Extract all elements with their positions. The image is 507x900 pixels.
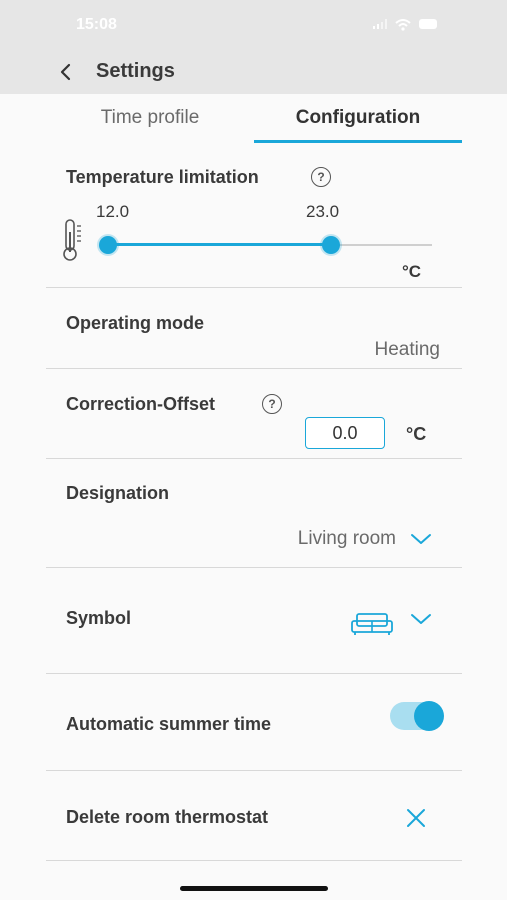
designation-label: Designation [66,483,170,503]
designation-section[interactable]: Designation Living room [46,459,462,568]
wifi-icon [395,18,411,31]
slider-range-fill [108,243,331,246]
summer-time-label: Automatic summer time [66,714,272,734]
battery-icon [419,19,437,29]
temperature-limitation-section: Temperature limitation ? 12.0 23.0 °C [46,150,462,288]
slider-max-handle[interactable] [322,236,340,254]
operating-mode-value: Heating [374,339,441,360]
tab-bar: Time profile Configuration [46,100,462,143]
delete-label: Delete room thermostat [66,807,269,827]
chevron-down-icon[interactable] [410,612,432,626]
chevron-down-icon[interactable] [410,532,432,546]
slider-min-value: 12.0 [96,202,130,221]
operating-mode-label: Operating mode [66,313,205,333]
summer-time-toggle[interactable] [390,701,444,731]
close-icon[interactable] [405,807,427,829]
help-icon[interactable]: ? [311,167,331,187]
correction-offset-section: Correction-Offset ? 0.0 °C [46,369,462,459]
tab-configuration[interactable]: Configuration [254,100,462,143]
help-icon[interactable]: ? [262,394,282,414]
operating-mode-section[interactable]: Operating mode Heating [46,288,462,369]
correction-offset-label: Correction-Offset [66,394,216,414]
slider-min-handle[interactable] [99,236,117,254]
signal-icon [373,19,387,29]
nav-bar: Settings [0,50,507,94]
temperature-limitation-label: Temperature limitation [66,167,259,187]
temperature-unit: °C [402,262,422,281]
symbol-label: Symbol [66,608,132,628]
back-button[interactable] [56,62,76,82]
correction-offset-input[interactable]: 0.0 [305,417,385,449]
designation-value: Living room [297,528,396,549]
correction-offset-unit: °C [406,424,427,444]
tab-time-profile[interactable]: Time profile [46,100,254,140]
sofa-icon[interactable] [350,612,394,636]
slider-max-value: 23.0 [306,202,340,221]
status-time: 15:08 [76,16,117,33]
status-bar: 15:08 [0,0,507,50]
page-title: Settings [96,60,175,82]
delete-section[interactable]: Delete room thermostat [46,771,462,861]
chevron-left-icon [60,63,71,81]
toggle-knob [414,701,444,731]
summer-time-section: Automatic summer time [46,674,462,771]
home-indicator [180,886,328,891]
thermometer-icon [60,218,84,264]
symbol-section[interactable]: Symbol [46,568,462,674]
status-icons [373,18,437,31]
